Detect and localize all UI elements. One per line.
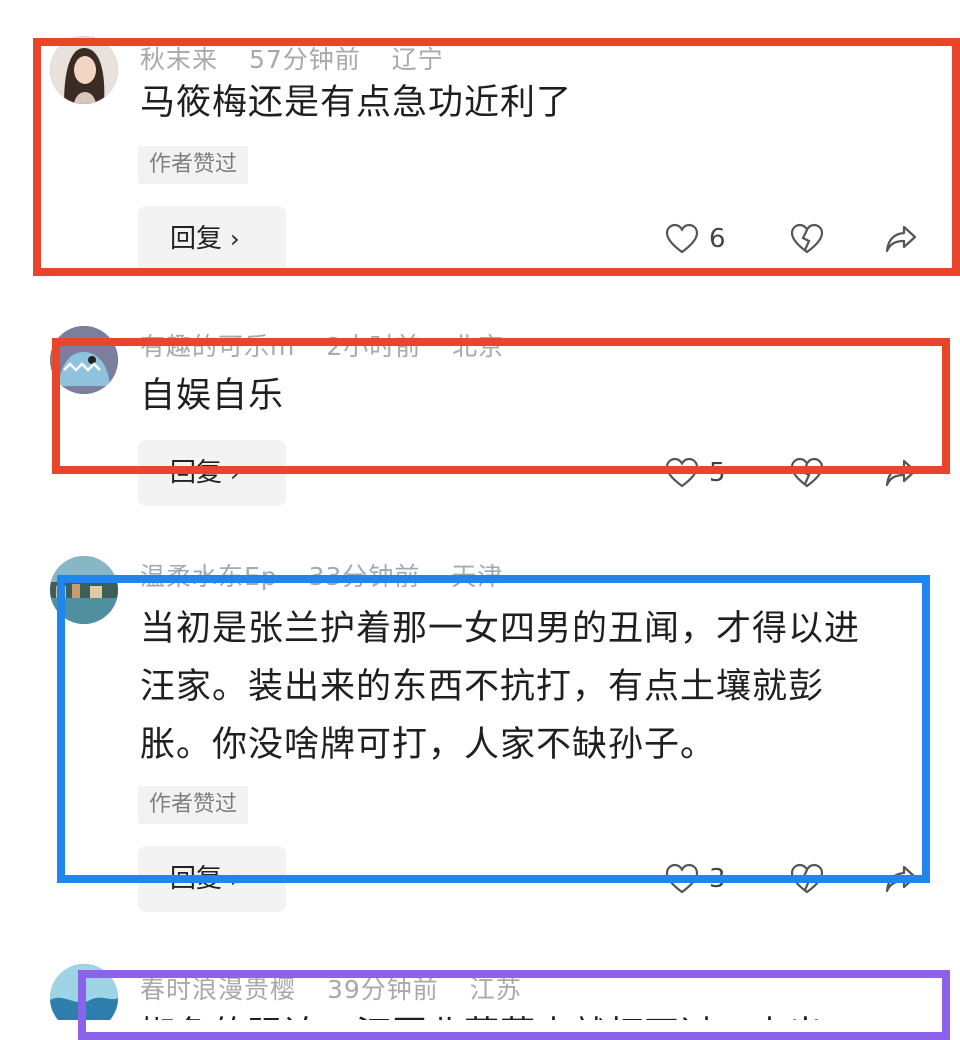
avatar[interactable]: [50, 964, 118, 1020]
avatar-photo: [50, 326, 118, 394]
comment-location: 江苏: [469, 975, 522, 1004]
reply-label: 回复: [170, 458, 223, 488]
comment-item: 秋末来 57分钟前 辽宁 马筱梅还是有点急功近利了 作者赞过 回复 › 6: [0, 0, 960, 300]
dislike-button[interactable]: [790, 223, 824, 255]
comment-item: 春时浪漫贵樱 39分钟前 江苏 椒色的强迫，汪圈北菲菲来就打不过，来出: [0, 950, 960, 1020]
like-button[interactable]: 5: [665, 457, 726, 489]
reply-label: 回复: [170, 864, 223, 894]
chevron-right-icon: ›: [230, 459, 240, 487]
author-liked-badge: 作者赞过: [138, 786, 249, 824]
comment-item: 有趣的可乐m 2小时前 北京 自娱自乐 回复 › 5: [0, 300, 960, 530]
reply-label: 回复: [170, 224, 223, 254]
avatar-photo: [50, 556, 118, 624]
reply-button[interactable]: 回复 ›: [138, 846, 286, 912]
like-heart-icon: [665, 223, 699, 254]
comment-time: 2小时前: [326, 332, 422, 361]
username[interactable]: 有趣的可乐m: [140, 332, 295, 361]
chevron-right-icon: ›: [230, 225, 240, 253]
username[interactable]: 秋末来: [140, 45, 218, 74]
like-button[interactable]: 6: [665, 223, 726, 255]
comment-text: 当初是张兰护着那一女四男的丑闻，才得以进汪家。装出来的东西不抗打，有点土壤就彭胀…: [140, 609, 861, 765]
like-heart-icon: [665, 863, 699, 894]
share-arrow-icon: [885, 865, 917, 893]
comment-location: 北京: [452, 332, 505, 361]
dislike-broken-heart-icon: [790, 457, 824, 488]
avatar-photo: [50, 964, 118, 1020]
avatar[interactable]: [50, 556, 118, 624]
author-liked-badge: 作者赞过: [138, 146, 249, 184]
username[interactable]: 春时浪漫贵樱: [140, 975, 296, 1004]
comment-meta: 有趣的可乐m 2小时前 北京: [140, 327, 526, 363]
share-button[interactable]: [884, 863, 918, 895]
share-arrow-icon: [885, 459, 917, 487]
username[interactable]: 温柔水东Ep: [140, 562, 278, 591]
like-heart-icon: [665, 457, 699, 488]
like-count: 6: [709, 224, 726, 254]
comment-meta: 春时浪漫贵樱 39分钟前 江苏: [140, 970, 544, 1006]
comment-text: 自娱自乐: [140, 376, 285, 416]
comment-time: 39分钟前: [326, 975, 439, 1004]
avatar-photo: [50, 36, 118, 104]
comment-item: 温柔水东Ep 33分钟前 天津 当初是张兰护着那一女四男的丑闻，才得以进汪家。装…: [0, 530, 960, 950]
share-arrow-icon: [885, 225, 917, 253]
reply-button[interactable]: 回复 ›: [138, 206, 286, 272]
comment-meta: 温柔水东Ep 33分钟前 天津: [140, 557, 525, 593]
dislike-button[interactable]: [790, 863, 824, 895]
comment-meta: 秋末来 57分钟前 辽宁: [140, 40, 466, 76]
comment-text: 椒色的强迫，汪圈北菲菲来就打不过，来出: [140, 1006, 900, 1020]
comment-location: 辽宁: [391, 45, 444, 74]
share-button[interactable]: [884, 457, 918, 489]
share-button[interactable]: [884, 223, 918, 255]
comment-time: 33分钟前: [308, 562, 421, 591]
like-count: 5: [709, 458, 726, 488]
comment-text: 马筱梅还是有点急功近利了: [140, 83, 573, 123]
avatar[interactable]: [50, 36, 118, 104]
avatar[interactable]: [50, 326, 118, 394]
reply-button[interactable]: 回复 ›: [138, 440, 286, 506]
comment-time: 57分钟前: [248, 45, 361, 74]
dislike-button[interactable]: [790, 457, 824, 489]
dislike-broken-heart-icon: [790, 223, 824, 254]
comment-location: 天津: [451, 562, 504, 591]
like-count: 3: [709, 864, 726, 894]
chevron-right-icon: ›: [230, 865, 240, 893]
like-button[interactable]: 3: [665, 863, 726, 895]
dislike-broken-heart-icon: [790, 863, 824, 894]
